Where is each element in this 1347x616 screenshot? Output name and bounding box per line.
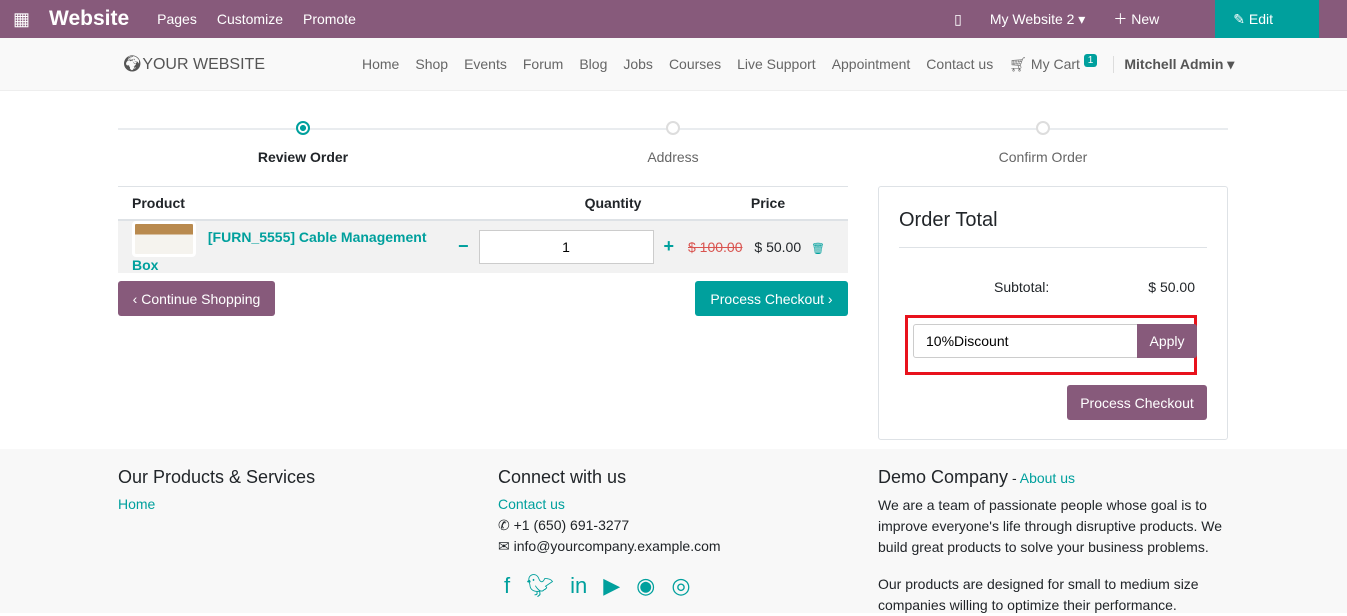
original-price: $ 100.00 — [688, 238, 743, 255]
checkout-label: Process Checkout — [710, 290, 825, 307]
order-total-card: Order Total Subtotal: $ 50.00 Apply Proc… — [878, 186, 1228, 440]
new-label: New — [1131, 11, 1160, 27]
footer-connect: Connect with us Contact us ✆ +1 (650) 69… — [498, 467, 721, 597]
footer-heading: Connect with us — [498, 467, 627, 487]
nav-forum[interactable]: Forum — [523, 56, 563, 72]
footer-company: Demo Company - About us We are a team of… — [878, 467, 1228, 616]
logo-text: YOUR WEBSITE — [142, 56, 265, 73]
top-bar: ▦ Website Pages Customize Promote ▯ My W… — [0, 0, 1347, 38]
linkedin-icon[interactable]: in — [570, 575, 587, 597]
decrease-quantity-button[interactable]: − — [448, 236, 479, 256]
edit-label: Edit — [1248, 11, 1273, 27]
coupon-input[interactable] — [913, 324, 1138, 358]
user-menu[interactable]: Mitchell Admin ▾ — [1113, 55, 1234, 73]
step-review-order: Review Order — [203, 118, 403, 165]
company-name: Demo Company — [878, 467, 1009, 487]
company-description: We are a team of passionate people whose… — [878, 497, 1223, 555]
subtotal-label: Subtotal: — [994, 279, 1050, 295]
apply-coupon-button[interactable]: Apply — [1137, 324, 1197, 358]
phone-icon: ✆ — [498, 517, 510, 533]
step-dot — [296, 121, 310, 135]
subtotal-value: $ 50.00 — [1148, 279, 1195, 295]
table-row: [FURN_5555] Cable Management Box −+ $ 10… — [118, 219, 848, 273]
step-label: Review Order — [257, 149, 349, 165]
nav-jobs[interactable]: Jobs — [623, 56, 653, 72]
header-price: Price — [688, 186, 848, 221]
website-switcher[interactable]: My Website 2 ▾ — [990, 11, 1085, 28]
apps-grid-icon[interactable]: ▦ — [13, 9, 33, 30]
email-address[interactable]: info@yourcompany.example.com — [514, 538, 721, 554]
footer-products: Our Products & Services Home — [118, 467, 315, 515]
nav-live-support[interactable]: Live Support — [737, 56, 816, 72]
step-dot — [1036, 121, 1050, 135]
menu-promote[interactable]: Promote — [303, 11, 356, 27]
discounted-price: $ 50.00 — [754, 238, 802, 255]
youtube-icon[interactable]: ▶ — [603, 575, 620, 597]
cart-label: My Cart — [1030, 55, 1080, 72]
step-dot — [666, 121, 680, 135]
nav-blog[interactable]: Blog — [579, 56, 607, 72]
separator: - — [1008, 470, 1020, 486]
nav-events[interactable]: Events — [464, 56, 507, 72]
step-address: Address — [573, 118, 773, 165]
edit-button[interactable]: ✎ Edit — [1215, 0, 1319, 38]
instagram-icon[interactable]: ◎ — [671, 575, 690, 597]
continue-label: Continue Shopping — [141, 290, 261, 307]
order-process-checkout-button[interactable]: Process Checkout — [1067, 385, 1207, 420]
continue-shopping-button[interactable]: ‹ Continue Shopping — [118, 281, 275, 316]
site-logo[interactable]: 🌍︎YOUR WEBSITE — [122, 54, 362, 74]
menu-customize[interactable]: Customize — [217, 11, 283, 27]
nav-contact[interactable]: Contact us — [926, 56, 993, 72]
process-checkout-button[interactable]: Process Checkout › — [695, 281, 848, 316]
envelope-icon: ✉ — [498, 538, 510, 554]
step-label: Address — [647, 149, 699, 165]
cart-table: Product Quantity Price [FURN_5555] Cable… — [118, 186, 848, 273]
twitter-icon[interactable]: 🐦︎ — [526, 575, 554, 597]
product-image — [132, 220, 196, 257]
footer-heading: Our Products & Services — [118, 467, 316, 487]
mobile-preview-icon[interactable]: ▯ — [954, 11, 962, 28]
header-quantity: Quantity — [448, 186, 688, 221]
footer: Our Products & Services Home Connect wit… — [0, 449, 1347, 613]
cart-count-badge: 1 — [1083, 53, 1098, 67]
phone-number: +1 (650) 691-3277 — [513, 517, 630, 533]
coupon-highlight: Apply — [905, 315, 1197, 375]
step-confirm-order: Confirm Order — [943, 118, 1143, 165]
app-title[interactable]: Website — [49, 7, 129, 31]
checkout-progress: Review Order Address Confirm Order — [118, 118, 1228, 168]
website-navbar: 🌍︎YOUR WEBSITE Home Shop Events Forum Bl… — [0, 38, 1347, 91]
nav-shop[interactable]: Shop — [415, 56, 448, 72]
cart-icon: 🛒︎ — [1009, 55, 1028, 72]
increase-quantity-button[interactable]: + — [654, 236, 685, 256]
quantity-input[interactable] — [478, 229, 654, 264]
menu-pages[interactable]: Pages — [157, 11, 197, 27]
order-total-title: Order Total — [899, 209, 1207, 248]
nav-cart[interactable]: 🛒︎ My Cart 1 — [1009, 53, 1098, 73]
nav-appointment[interactable]: Appointment — [832, 56, 911, 72]
footer-home-link[interactable]: Home — [118, 494, 315, 515]
new-button[interactable]: ＋ New — [1113, 9, 1187, 29]
header-product: Product — [118, 186, 448, 221]
trash-icon[interactable]: 🗑︎ — [811, 243, 825, 255]
github-icon[interactable]: ◉ — [636, 575, 655, 597]
facebook-icon[interactable]: f — [504, 575, 510, 597]
about-us-link[interactable]: About us — [1020, 470, 1075, 486]
nav-home[interactable]: Home — [362, 56, 399, 72]
footer-contact-link[interactable]: Contact us — [498, 494, 721, 515]
nav-courses[interactable]: Courses — [669, 56, 721, 72]
step-label: Confirm Order — [998, 149, 1088, 165]
company-description-2: Our products are designed for small to m… — [878, 576, 1199, 613]
